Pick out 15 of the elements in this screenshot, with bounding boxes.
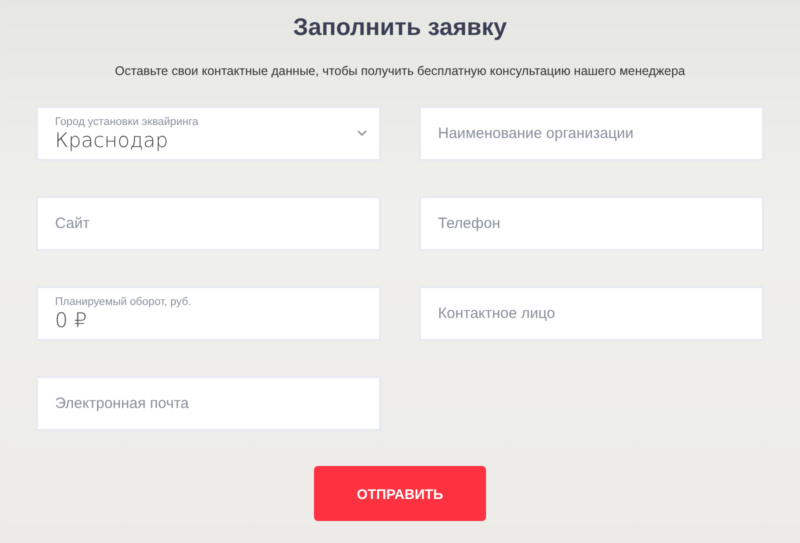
select-value: Краснодар (55, 128, 170, 152)
input-field[interactable]: Контактное лицо (419, 286, 764, 341)
city-select[interactable]: Город установки эквайринга Краснодар (36, 106, 381, 161)
input-field[interactable]: Планируемый оборот, руб. 0 ₽ (36, 286, 381, 341)
field-value: 0 ₽ (55, 308, 88, 332)
field-label: Планируемый оборот, руб. (55, 296, 192, 308)
form-title: Заполнить заявку (293, 14, 507, 42)
chevron-down-icon (357, 130, 367, 137)
input-field[interactable]: Наименование организации (419, 106, 764, 161)
form-subtitle: Оставьте свои контактные данные, чтобы получить бесплатную консультацию нашего менеджера (114, 64, 686, 78)
input-field[interactable]: Телефон (419, 196, 764, 251)
field-label: Город установки эквайринга (55, 116, 200, 128)
input-field[interactable]: Сайт (36, 196, 381, 251)
submit-button[interactable]: ОТПРАВИТЬ (314, 466, 486, 521)
input-field[interactable]: Электронная почта (36, 376, 381, 431)
